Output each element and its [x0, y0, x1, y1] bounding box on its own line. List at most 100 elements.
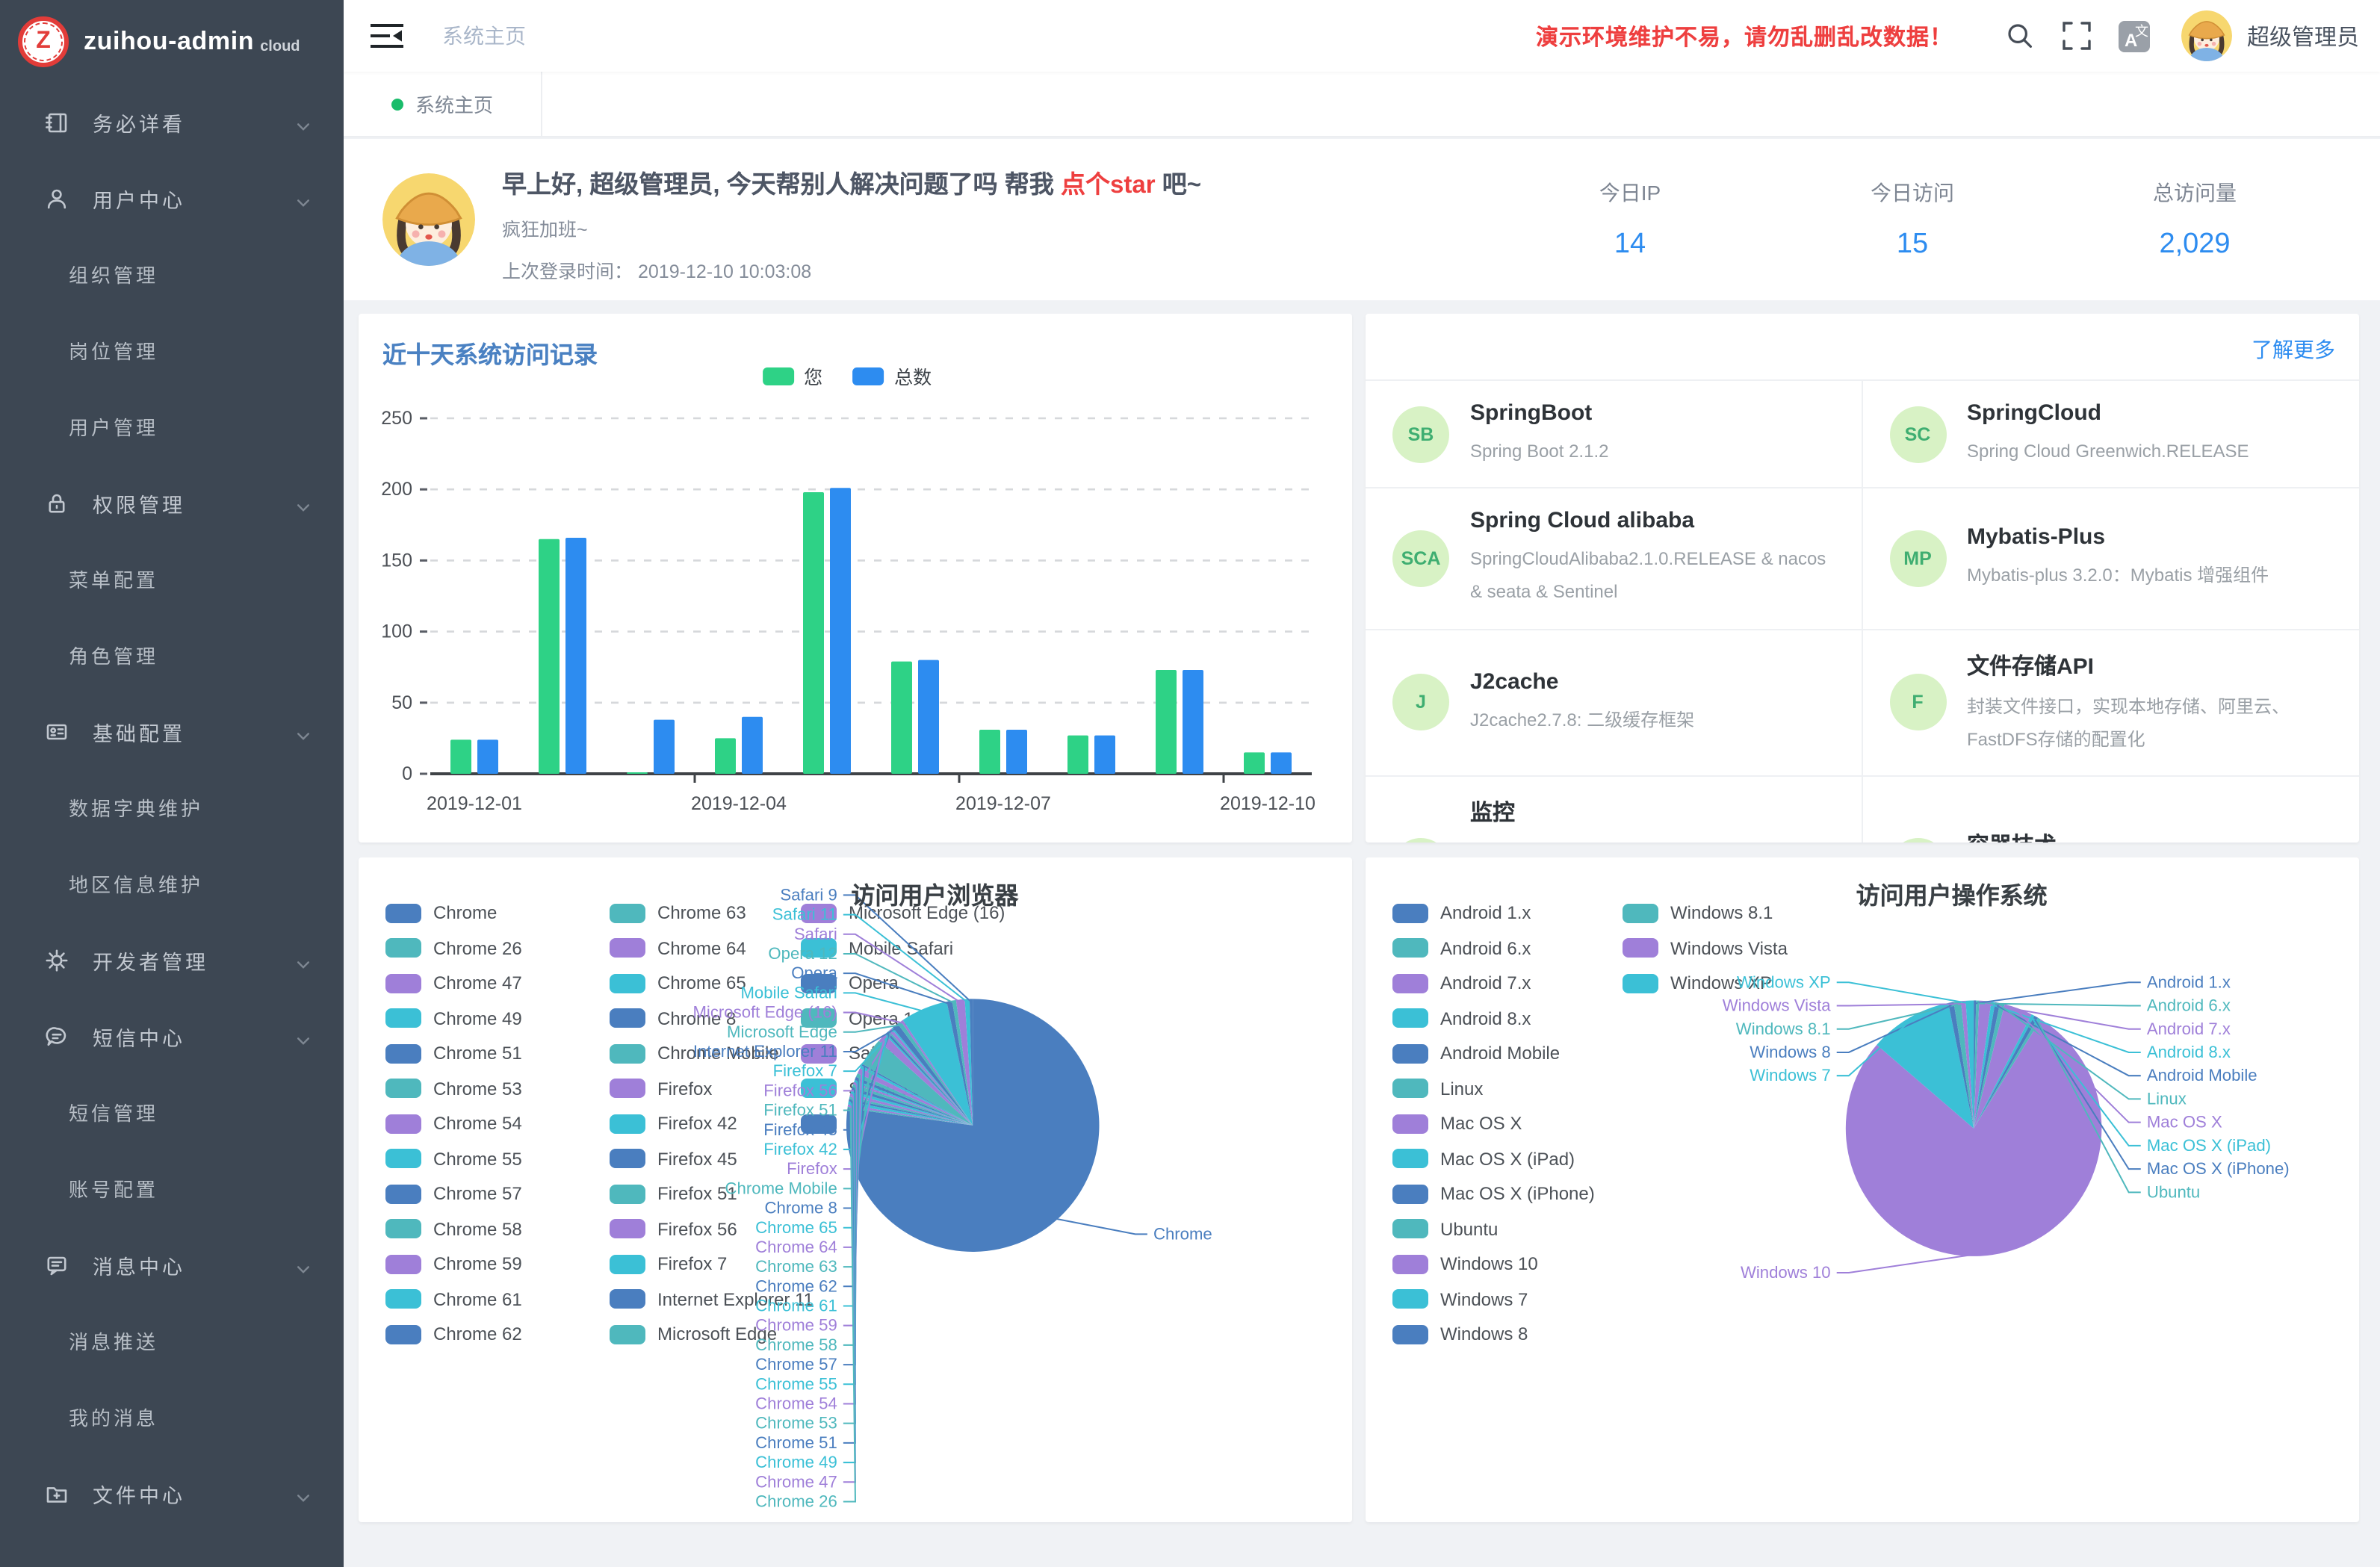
sidebar-item-8[interactable]: 基础配置 — [0, 693, 344, 769]
sidebar-item-18[interactable]: 文件中心 — [0, 1455, 344, 1531]
legend-item[interactable]: Chrome 62 — [385, 1324, 522, 1344]
legend-item[interactable]: Chrome 64 — [610, 937, 746, 958]
legend-item[interactable]: Microsoft Edge — [610, 1324, 777, 1344]
legend-item[interactable]: Chrome 51 — [385, 1043, 522, 1064]
legend-swatch — [762, 367, 793, 385]
svg-text:Firefox 42: Firefox 42 — [763, 1140, 837, 1158]
chevron-down-icon — [296, 952, 311, 967]
legend-item[interactable]: Safari — [801, 1043, 896, 1064]
legend-item[interactable]: Chrome 55 — [385, 1148, 522, 1169]
search-icon[interactable] — [2005, 21, 2035, 51]
legend-item[interactable]: Safari 11 — [801, 1078, 919, 1099]
legend-item[interactable]: Opera — [801, 972, 899, 993]
legend-item[interactable]: Chrome 54 — [385, 1113, 522, 1134]
legend-item[interactable]: Chrome 61 — [385, 1288, 522, 1309]
legend-item[interactable]: Chrome 49 — [385, 1008, 522, 1028]
legend-item-总数[interactable]: 总数 — [852, 362, 932, 390]
sidebar-item-0[interactable]: 务必详看 — [0, 84, 344, 160]
svg-text:Windows 7: Windows 7 — [1750, 1066, 1830, 1085]
legend-item[interactable]: Mac OS X (iPhone) — [1392, 1183, 1595, 1204]
tech-card-desc: 封装文件接口，实现本地存储、阿里云、FastDFS存储的配置化 — [1967, 689, 2332, 756]
legend-label: Firefox 7 — [657, 1253, 727, 1274]
tech-card-desc: Spring Boot 2.1.2 — [1470, 435, 1608, 468]
legend-item[interactable]: Firefox 7 — [610, 1253, 727, 1274]
sidebar-item-5[interactable]: 权限管理 — [0, 465, 344, 541]
legend-item[interactable]: Android 8.x — [1392, 1008, 1531, 1028]
legend-item[interactable]: Chrome 8 — [610, 1008, 736, 1028]
legend-item[interactable]: Chrome 65 — [610, 972, 746, 993]
legend-item[interactable]: Mac OS X — [1392, 1113, 1522, 1134]
legend-label: Internet Explorer 11 — [657, 1288, 814, 1309]
logo-icon: Z — [18, 16, 69, 67]
translate-icon[interactable]: A 文 — [2119, 20, 2150, 52]
legend-item[interactable]: Chrome 63 — [610, 902, 746, 923]
sidebar-item-label: 消息中心 — [93, 1250, 185, 1279]
sidebar-item-3[interactable]: 岗位管理 — [0, 312, 344, 388]
legend-item[interactable]: Firefox 51 — [610, 1183, 737, 1204]
learn-more-link[interactable]: 了解更多 — [2252, 335, 2335, 364]
legend-item[interactable]: Android Mobile — [1392, 1043, 1560, 1064]
svg-text:Chrome 54: Chrome 54 — [755, 1394, 837, 1413]
sidebar-item-10[interactable]: 地区信息维护 — [0, 845, 344, 922]
logo-suffix: cloud — [260, 38, 300, 55]
sidebar-item-12[interactable]: 短信中心 — [0, 998, 344, 1074]
legend-item[interactable]: Windows 10 — [1392, 1253, 1538, 1274]
avatar[interactable] — [2181, 10, 2232, 61]
greeting-avatar — [382, 173, 475, 266]
legend-item[interactable]: Chrome 26 — [385, 937, 522, 958]
fullscreen-icon[interactable] — [2062, 21, 2092, 51]
legend-item[interactable]: Chrome 57 — [385, 1183, 522, 1204]
legend-item[interactable]: Windows 8 — [1392, 1324, 1528, 1344]
stat-label: 今日访问 — [1865, 178, 1960, 208]
legend-item[interactable]: Mac OS X (iPad) — [1392, 1148, 1575, 1169]
legend-item[interactable]: Mobile Safari — [801, 937, 953, 958]
legend-item[interactable]: Chrome 47 — [385, 972, 522, 993]
sidebar-item-11[interactable]: 开发者管理 — [0, 922, 344, 998]
legend-label: Chrome — [433, 902, 497, 923]
legend-item[interactable]: Firefox 56 — [610, 1218, 737, 1239]
legend-item[interactable]: Android 1.x — [1392, 902, 1531, 923]
legend-item[interactable]: Internet Explorer 11 — [610, 1288, 814, 1309]
sidebar-item-17[interactable]: 我的消息 — [0, 1379, 344, 1455]
legend-swatch — [385, 1079, 421, 1098]
legend-item[interactable]: Safari 9 — [801, 1113, 911, 1134]
legend-item[interactable]: Chrome Mobile — [610, 1043, 779, 1064]
legend-swatch — [1392, 1079, 1428, 1098]
sidebar-item-1[interactable]: 用户中心 — [0, 160, 344, 236]
legend-item[interactable]: Chrome 59 — [385, 1253, 522, 1274]
sidebar-item-4[interactable]: 用户管理 — [0, 388, 344, 465]
sidebar-item-16[interactable]: 消息推送 — [0, 1303, 344, 1379]
tech-card-desc: 集成SpringBootAdmin、Zipkin、Redis、Mysql、定时任… — [1470, 837, 1834, 843]
sidebar-item-6[interactable]: 菜单配置 — [0, 541, 344, 617]
svg-text:Windows 8: Windows 8 — [1750, 1043, 1830, 1061]
legend-item[interactable]: Opera 12 — [801, 1008, 923, 1028]
legend-item[interactable]: Ubuntu — [1392, 1218, 1498, 1239]
legend-item[interactable]: Firefox 45 — [610, 1148, 737, 1169]
sidebar-item-2[interactable]: 组织管理 — [0, 236, 344, 312]
legend-item[interactable]: Chrome — [385, 902, 497, 923]
tab-home[interactable]: 系统主页 — [344, 72, 542, 136]
sidebar-item-7[interactable]: 角色管理 — [0, 617, 344, 693]
legend-label: Windows 7 — [1440, 1288, 1528, 1309]
legend-item[interactable]: Windows Vista — [1623, 937, 1788, 958]
sidebar-item-15[interactable]: 消息中心 — [0, 1226, 344, 1303]
legend-item[interactable]: Firefox — [610, 1078, 712, 1099]
sidebar-item-14[interactable]: 账号配置 — [0, 1150, 344, 1226]
legend-item[interactable]: Chrome 58 — [385, 1218, 522, 1239]
sidebar-item-9[interactable]: 数据字典维护 — [0, 769, 344, 845]
sidebar-item-13[interactable]: 短信管理 — [0, 1074, 344, 1150]
legend-item[interactable]: Android 7.x — [1392, 972, 1531, 993]
collapse-menu-icon[interactable] — [371, 22, 403, 49]
logo[interactable]: Z zuihou-admin cloud — [0, 0, 344, 84]
legend-swatch — [801, 1079, 837, 1098]
star-link[interactable]: 点个star — [1061, 172, 1156, 199]
legend-item-您[interactable]: 您 — [762, 362, 822, 390]
legend-swatch — [1392, 1149, 1428, 1168]
legend-item[interactable]: Firefox 42 — [610, 1113, 737, 1134]
legend-item[interactable]: Windows 8.1 — [1623, 902, 1773, 923]
legend-item[interactable]: Chrome 53 — [385, 1078, 522, 1099]
legend-item[interactable]: Windows 7 — [1392, 1288, 1528, 1309]
legend-item[interactable]: Linux — [1392, 1078, 1483, 1099]
legend-item[interactable]: Android 6.x — [1392, 937, 1531, 958]
legend-item[interactable]: Windows XP — [1623, 972, 1772, 993]
